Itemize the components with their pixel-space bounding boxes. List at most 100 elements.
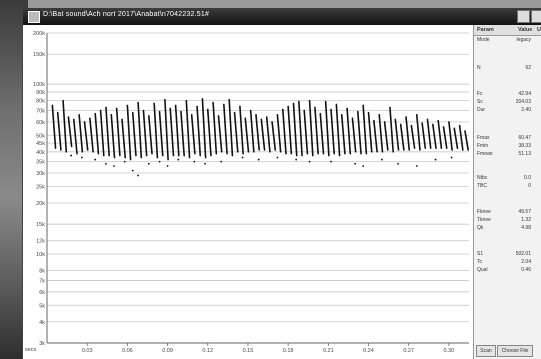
call-pulse [110, 114, 116, 159]
noise-dot [123, 160, 126, 163]
y-tick-label: 6k [39, 290, 45, 296]
y-tick-label: 150k [33, 52, 45, 58]
parameter-row: N 62 [474, 65, 541, 73]
x-tick-label: 0.30 [444, 348, 455, 354]
call-pulse [314, 106, 319, 155]
call-pulse [340, 114, 346, 155]
call-pulse [330, 108, 336, 155]
parameter-name: Dur [477, 107, 486, 113]
y-tick-label: 3k [39, 341, 45, 347]
parameter-row: Tc 2.04 [474, 259, 541, 267]
x-tick-label: 0.06 [122, 348, 133, 354]
parameter-row: Fknee 49.57 [474, 209, 541, 217]
y-tick-label: 12k [36, 239, 45, 245]
parameter-value: 49.57 [518, 209, 531, 215]
call-pulse [233, 111, 239, 153]
call-pulse [56, 111, 62, 151]
plot-area[interactable]: 200k 150k 100k 90k 80k 70k 60k 50k 45k 40k 35k 30k 2… [23, 25, 473, 359]
parameter-name: Qual [477, 267, 488, 273]
y-tick-label: 25k [36, 184, 45, 190]
call-pulse [378, 114, 384, 153]
call-pulse [206, 108, 212, 157]
noise-dot [204, 162, 206, 165]
x-tick-label: 0.03 [82, 348, 93, 354]
call-pulse [324, 100, 330, 157]
noise-dot [276, 156, 279, 159]
parameter-name: Sc [477, 99, 483, 105]
parameter-value: 0.46 [521, 267, 531, 273]
call-pulse [373, 119, 378, 153]
y-tick-label: 7k [39, 278, 45, 284]
y-tick-label: 15k [36, 222, 45, 228]
noise-dot [193, 160, 196, 163]
app-window: D:\Bat sound\Ach nort 2017\Anabat\n70422… [22, 8, 541, 359]
parameter-value: 51.13 [518, 151, 531, 157]
call-pulse [442, 126, 448, 149]
call-pulse [51, 104, 57, 149]
call-pulse [223, 103, 228, 155]
noise-dot [220, 160, 223, 163]
noise-dot [158, 160, 161, 163]
parameter-value: 38.33 [518, 143, 531, 149]
units-column-header: U [537, 27, 541, 33]
parameter-value: legacy [516, 37, 531, 43]
call-pulse [196, 105, 202, 157]
minimize-icon[interactable] [517, 10, 530, 23]
parameter-name: Fmin [477, 143, 489, 149]
noise-dot [105, 162, 107, 165]
call-pulse [437, 119, 443, 149]
parameter-name: Tc [477, 259, 482, 265]
call-pulse [271, 121, 277, 151]
choose-file-button[interactable]: Choose File [497, 345, 533, 357]
call-pulse [399, 123, 405, 151]
y-tick-label: 90k [36, 90, 45, 96]
parameter-name: Fmax [477, 135, 490, 141]
call-pulse [131, 111, 137, 157]
scan-button[interactable]: Scan [476, 345, 496, 357]
call-pulse [190, 114, 196, 155]
noise-dot [94, 158, 97, 161]
parameter-value: 2.40 [521, 107, 531, 113]
call-pulse [78, 114, 84, 153]
call-pulse [99, 109, 105, 157]
y-tick-label: 100k [33, 82, 45, 88]
noise-dot [131, 169, 134, 172]
noise-dot [70, 154, 73, 157]
app-icon [28, 11, 40, 23]
noise-dot [241, 156, 244, 159]
call-pulse [426, 118, 432, 149]
value-column-header: Value [518, 27, 533, 33]
call-pulse [410, 124, 416, 149]
call-pulse [62, 99, 68, 153]
parameter-name: TBC [477, 183, 487, 189]
noise-dot [113, 165, 115, 167]
call-pulse [201, 98, 207, 159]
call-pulse [281, 108, 287, 155]
y-tick-label: 8k [39, 269, 45, 275]
call-pulse [228, 98, 234, 157]
parameter-row: Fmin 38.33 [474, 143, 541, 151]
call-pulse [319, 112, 325, 155]
call-pulse [362, 104, 368, 155]
parameter-row: S1 502.01 [474, 251, 541, 259]
call-pulse [464, 130, 469, 151]
call-pulse [142, 109, 148, 157]
parameter-row: TBC 0 [474, 183, 541, 191]
frequency-time-chart: 200k 150k 100k 90k 80k 70k 60k 50k 45k 40k 35k 30k 2… [25, 31, 469, 354]
parameter-value: 1.32 [521, 217, 531, 223]
call-pulse [105, 106, 110, 157]
noise-dot [381, 158, 383, 161]
parameter-row: Mode legacy [474, 37, 541, 45]
window-title: D:\Bat sound\Ach nort 2017\Anabat\n70422… [43, 11, 210, 18]
parameter-name: Qk [477, 225, 484, 231]
call-pulse [265, 116, 271, 153]
title-bar[interactable]: D:\Bat sound\Ach nort 2017\Anabat\n70422… [23, 8, 541, 25]
x-axis-unit-label: secs [25, 347, 37, 353]
call-pulse [174, 104, 180, 157]
param-column-header: Param [477, 27, 494, 33]
parameter-value: 204.03 [515, 99, 531, 105]
maximize-icon[interactable] [531, 10, 541, 23]
y-tick-label: 80k [36, 99, 45, 105]
parameter-name: Fc [477, 91, 483, 97]
noise-dot [397, 162, 399, 165]
